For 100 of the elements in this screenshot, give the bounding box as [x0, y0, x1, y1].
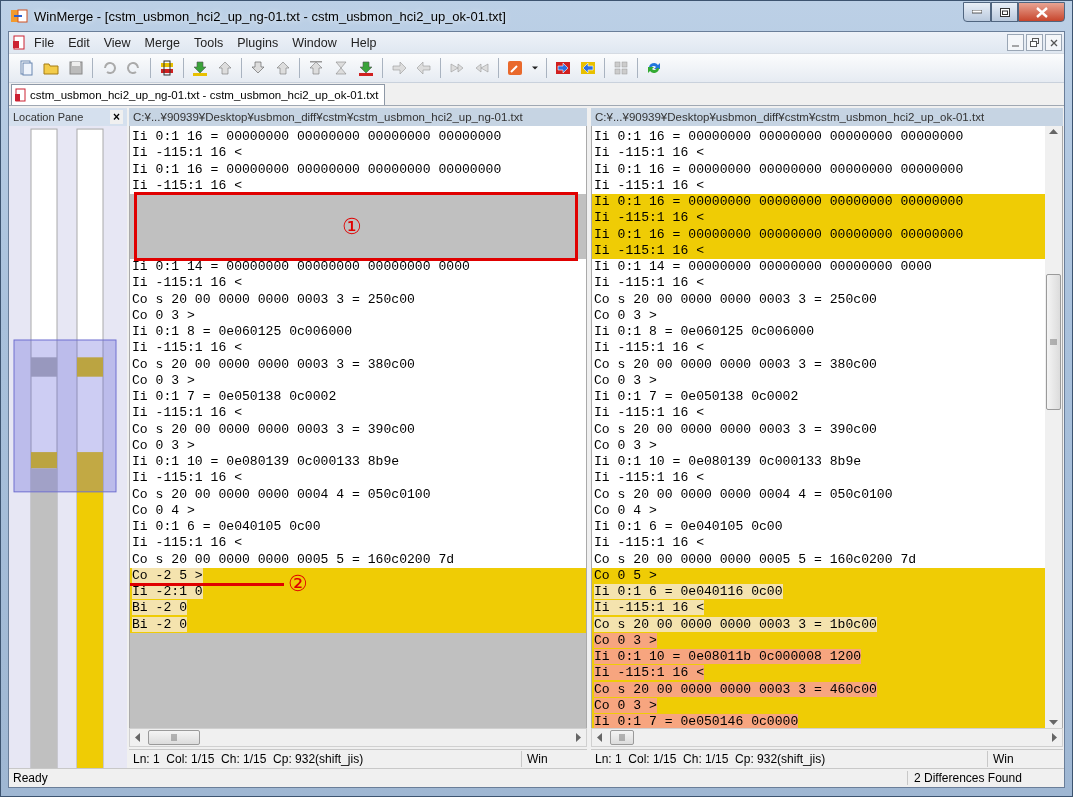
- arrow-down-icon: [250, 60, 266, 76]
- close-icon: [1049, 38, 1058, 47]
- restore-button[interactable]: [1026, 34, 1043, 51]
- open-folder-icon: [43, 60, 59, 76]
- line-text: Ii -115:1 16 <: [132, 177, 242, 193]
- status-message: Ready: [12, 771, 49, 785]
- line-text: Co 0 3 >: [132, 307, 195, 323]
- copy-right-icon: [391, 60, 407, 76]
- menu-item[interactable]: Help: [343, 33, 384, 52]
- line-text: Co 0 4 >: [594, 502, 657, 518]
- line-text: Ii -115:1 16 <: [594, 145, 704, 161]
- line-text: Co 0 3 >: [132, 372, 195, 388]
- current-difference-icon: [333, 60, 349, 76]
- copy-right-advance-icon: [449, 60, 465, 76]
- line-text: Bi -2 0: [132, 600, 187, 616]
- scroll-thumb[interactable]: [148, 730, 200, 745]
- menu-item[interactable]: Edit: [61, 33, 97, 52]
- line-text: Ii 0:1 16 = 00000000 00000000 00000000 00000000: [594, 129, 964, 144]
- vertical-scrollbar[interactable]: [1045, 126, 1062, 728]
- line-text: Co s 20 00 0000 0000 0003 3 = 380c00: [132, 356, 415, 372]
- editor-area[interactable]: [129, 126, 587, 728]
- line-text: Ii 0:1 6 = 0e040116 0c00: [594, 584, 783, 599]
- horizontal-scrollbar[interactable]: [129, 728, 587, 747]
- line-text: Co s 20 00 0000 0000 0003 3 = 250c00: [594, 291, 877, 307]
- location-pane-title: Location Pane: [13, 111, 84, 123]
- line-text: Ii 0:1 14 = 00000000 00000000 00000000 0000: [132, 259, 470, 274]
- scroll-thumb[interactable]: [610, 730, 634, 745]
- editor-area[interactable]: [591, 126, 1063, 728]
- wrench-icon: [507, 60, 523, 76]
- line-text: Ii -115:1 16 <: [132, 470, 242, 486]
- menu-item[interactable]: Merge: [137, 33, 187, 52]
- line-text: Co s 20 00 0000 0000 0003 3 = 390c00: [132, 421, 415, 437]
- document-icon: [15, 87, 27, 103]
- annotation-number: ①: [342, 214, 362, 239]
- document-tab[interactable]: cstm_usbmon_hci2_up_ng-01.txt - cstm_usbmon_hci2_up_ok-01.txt: [11, 84, 386, 105]
- undo-icon: [101, 60, 117, 76]
- maximize-icon: [999, 7, 1010, 17]
- line-text: Ii 0:1 6 = 0e040105 0c00: [132, 519, 321, 534]
- line-text: Ii -115:1 16 <: [594, 535, 704, 551]
- line-text: Co 0 3 >: [594, 372, 657, 388]
- redo-icon: [126, 60, 142, 76]
- horizontal-scrollbar[interactable]: [591, 728, 1063, 747]
- line-text: Ii 0:1 8 = 0e060125 0c006000: [594, 324, 814, 339]
- menu-item[interactable]: Tools: [187, 33, 231, 52]
- line-text: Ii 0:1 6 = 0e040105 0c00: [594, 519, 783, 534]
- last-difference-icon: [358, 60, 374, 76]
- line-text: Ii -115:1 16 <: [132, 535, 242, 551]
- line-ending: Win: [987, 751, 1063, 767]
- file-path-header: C:¥...¥90939¥Desktop¥usbmon_diff¥cstm¥cstm_usbmon_hci2_up_ok-01.txt: [591, 108, 1063, 126]
- minimize-button[interactable]: [963, 2, 991, 22]
- difference-count: 2 Differences Found: [907, 771, 1048, 785]
- line-text: Co 0 4 >: [132, 502, 195, 518]
- line-text: Ii 0:1 14 = 00000000 00000000 00000000 0000: [594, 259, 932, 274]
- grip-icon: [171, 734, 177, 741]
- line-text: Ii 0:1 8 = 0e060125 0c006000: [132, 324, 352, 339]
- menu-item[interactable]: Plugins: [230, 33, 286, 52]
- app-icon: [10, 8, 28, 24]
- line-text: Ii 0:1 10 = 0e080139 0c000133 8b9e: [132, 454, 400, 469]
- maximize-button[interactable]: [991, 2, 1018, 22]
- menu-item[interactable]: View: [96, 33, 138, 52]
- close-button[interactable]: [1018, 2, 1065, 22]
- refresh-icon: [646, 60, 662, 76]
- line-text: Ii -115:1 16 <: [132, 405, 242, 421]
- line-text: Co 0 3 >: [594, 307, 657, 323]
- cursor-position: Ln: 1 Col: 1/15 Ch: 1/15 Cp: 932(shift_jis): [132, 752, 365, 766]
- copy-left-icon: [416, 60, 432, 76]
- line-text: Ii 0:1 7 = 0e050146 0c0000: [594, 714, 799, 728]
- line-text: Ii 0:1 16 = 00000000 00000000 00000000 00000000: [132, 129, 502, 144]
- line-text: Ii -115:1 16 <: [594, 340, 704, 356]
- close-button[interactable]: [1045, 34, 1062, 51]
- first-difference-icon: [308, 60, 324, 76]
- line-text: Ii -115:1 16 <: [594, 405, 704, 421]
- scroll-left-icon: [134, 733, 140, 742]
- line-text: Ii -115:1 16 <: [594, 177, 704, 193]
- line-text: Co s 20 00 0000 0000 0004 4 = 050c0100: [594, 486, 893, 502]
- line-text: Co 0 3 >: [594, 437, 657, 453]
- scroll-up-icon: [1049, 128, 1058, 134]
- menu-item[interactable]: File: [27, 33, 62, 52]
- options-icon: [159, 60, 175, 76]
- line-text: Ii 0:1 16 = 00000000 00000000 00000000 00000000: [594, 194, 964, 209]
- line-text: Ii -115:1 16 <: [132, 275, 242, 291]
- line-text: Ii 0:1 7 = 0e050138 0c0002: [132, 389, 337, 404]
- scroll-right-icon: [1052, 733, 1058, 742]
- line-text: Ii -115:1 16 <: [594, 242, 704, 258]
- scroll-right-icon: [576, 733, 582, 742]
- restore-icon: [1030, 38, 1039, 47]
- line-text: Ii 0:1 10 = 0e080139 0c000133 8b9e: [594, 454, 862, 469]
- line-text: Ii 0:1 16 = 00000000 00000000 00000000 00000000: [594, 226, 964, 242]
- line-text: Co -2 5 >: [132, 567, 203, 583]
- minimize-icon: [972, 10, 982, 14]
- scroll-thumb[interactable]: [1046, 274, 1061, 410]
- arrow-up-icon: [275, 60, 291, 76]
- line-text: Ii -115:1 16 <: [594, 600, 704, 616]
- line-text: Co s 20 00 0000 0000 0003 3 = 250c00: [132, 291, 415, 307]
- save-icon: [68, 60, 84, 76]
- line-text: Co 0 3 >: [132, 437, 195, 453]
- menu-item[interactable]: Window: [285, 33, 344, 52]
- close-button[interactable]: ×: [110, 110, 123, 124]
- line-text: Co s 20 00 0000 0000 0003 3 = 390c00: [594, 421, 877, 437]
- new-document-icon: [18, 60, 34, 76]
